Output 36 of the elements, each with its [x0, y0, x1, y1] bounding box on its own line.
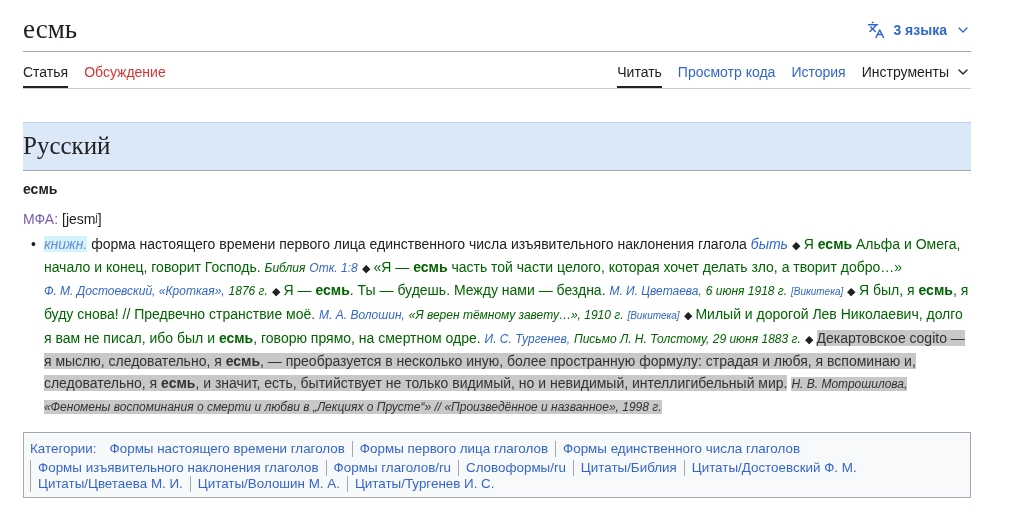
wikisource-link[interactable]: [Викитека] — [627, 310, 680, 321]
page-tab[interactable]: Обсуждение — [84, 52, 166, 88]
view-tab[interactable]: История — [791, 52, 846, 88]
category-link[interactable]: Формы глаголов/ru — [325, 460, 458, 476]
citation-link[interactable]: И. С. Тургенев, — [484, 332, 571, 346]
category-link[interactable]: Цитаты/Достоевский Ф. М. — [683, 460, 864, 476]
bullet: • — [31, 235, 36, 254]
tools-menu[interactable]: Инструменты — [861, 52, 971, 88]
languages-button[interactable]: 3 языка — [867, 20, 971, 39]
pronunciation: [jesmʲ] — [62, 211, 102, 227]
category-link[interactable]: Формы настоящего времени глаголов — [102, 441, 352, 457]
category-link[interactable]: Цитаты/Библия — [572, 460, 684, 476]
citation-link[interactable]: М. А. Волошин, — [319, 308, 405, 322]
definition-text: книжн. форма настоящего времени первого лица единственного числа изъявительного наклонения глагола быть ◆ Я есмь Альфа и Омега, начало и конец, говорит Господь. Библия Отк. 1:8 ◆ «Я — есмь часть той части целого, которая хочет делать зло, а творит добро…» Ф. М. Достоевский, «Кроткая», 1876 г. ◆ Я — есмь. Ты — будешь. Между нами — бездна. М. И. Цветаева, 6 июня 1918 г. [Викитека] ◆ Я был, я есмь, я буду снова! // Предвечно странствие моё. М. А. Волошин, «Я верен тёмному завету…», 1910 г. [Викитека] ◆ Милый и дорогой Лев Николаевич, долго я вам не писал, ибо был и есмь, говорю прямо, на смертном одре. И. С. Тургенев, Письмо Л. Н. Толстому, 29 июня 1883 г. ◆ Декартовское cogito — я мыслю, следовательно, я есмь, — преобразуется в несколько иную, более пространную формулу: страдая и любя, я вспоминаю и, следовательно, я есмь, и значит, есть, бытийствует не только видимый, но и невидимый, интеллигибельный мир. Н. В. Мотрошилова, «Феномены воспоминания о смерти и любви в „Лекциях о Прусте“» // «Произведённое и названное», 1998 г. — [43, 235, 970, 416]
headword: есмь — [23, 181, 59, 197]
page-title: есмь — [23, 14, 78, 45]
section-heading: Русский — [23, 122, 971, 171]
page-tab[interactable]: Статья — [23, 52, 69, 88]
view-tab[interactable]: Читать — [617, 52, 662, 88]
citation-link[interactable]: Ф. М. Достоевский, «Кроткая», — [43, 284, 225, 298]
category-link[interactable]: Цитаты/Цветаева М. И. — [30, 476, 190, 492]
usage-label[interactable]: книжн. — [43, 236, 88, 252]
citation-link[interactable]: Отк. 1:8 — [309, 261, 358, 275]
categories-link[interactable]: Категории: — [30, 438, 97, 460]
category-link[interactable]: Формы изъявительного наклонения глаголов — [30, 460, 326, 476]
category-link[interactable]: Цитаты/Волошин М. А. — [189, 476, 347, 492]
translate-icon — [867, 20, 886, 39]
ipa-link[interactable]: МФА: — [23, 211, 59, 227]
view-tab[interactable]: Просмотр кода — [677, 52, 776, 88]
wikisource-link[interactable]: [Викитека] — [791, 286, 844, 297]
verb-link[interactable]: быть — [750, 236, 788, 252]
category-link[interactable]: Формы единственного числа глаголов — [555, 441, 807, 457]
category-link[interactable]: Цитаты/Тургенев И. С. — [346, 476, 502, 492]
citation-link[interactable]: М. И. Цветаева, — [609, 284, 702, 298]
category-link[interactable]: Словоформы/ru — [458, 460, 573, 476]
category-link[interactable]: Формы первого лица глаголов — [351, 441, 556, 457]
